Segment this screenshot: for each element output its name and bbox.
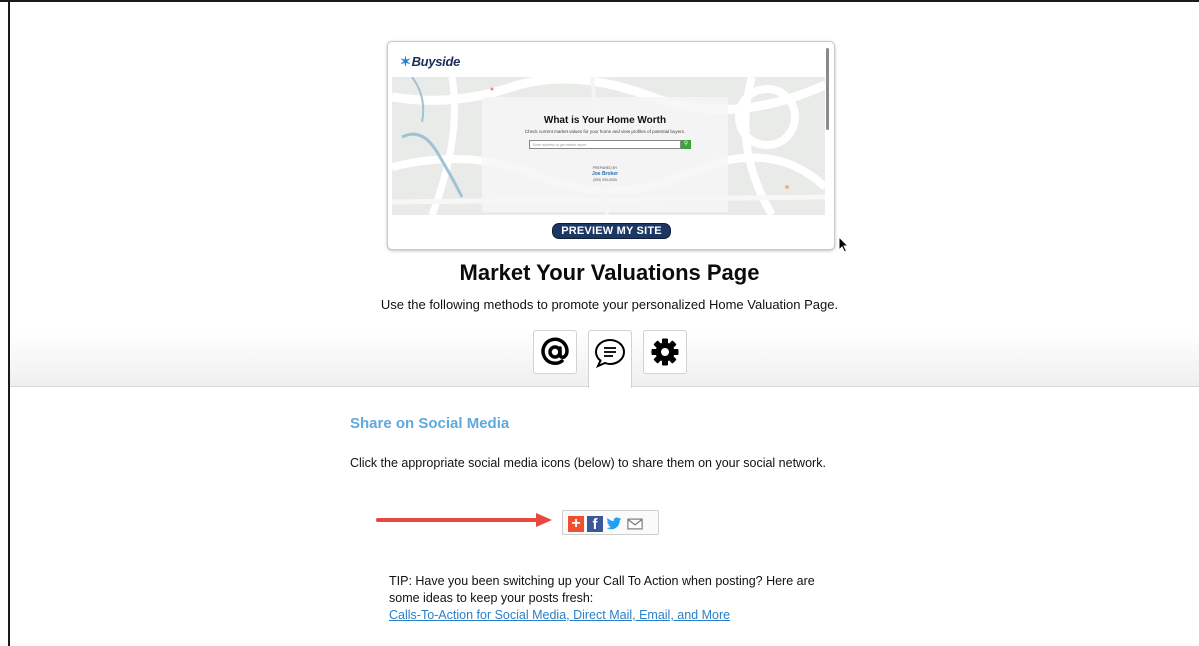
gear-icon [651, 338, 679, 366]
tab-settings[interactable] [643, 330, 687, 374]
agent-phone: (555) 555-5555 [593, 178, 617, 182]
window-left-border [8, 0, 10, 646]
address-input[interactable]: Enter address to get market report [529, 140, 681, 149]
map-background: What is Your Home Worth Check current ma… [392, 77, 825, 215]
at-sign-icon [541, 337, 569, 365]
red-arrow-icon [376, 513, 552, 527]
valuation-subtitle: Check current market values for your hom… [524, 129, 686, 134]
prepared-by-label: PREPARED BY [592, 166, 618, 170]
tip-text: TIP: Have you been switching up your Cal… [389, 574, 815, 605]
tab-email[interactable] [533, 330, 577, 374]
section-description: Click the appropriate social media icons… [350, 456, 826, 470]
valuation-title: What is Your Home Worth [543, 115, 667, 126]
tab-social[interactable] [588, 330, 632, 388]
section-title: Share on Social Media [350, 415, 510, 432]
preview-scrollbar[interactable] [826, 48, 829, 130]
agent-name: Joe Broker [591, 171, 619, 177]
valuation-panel: What is Your Home Worth Check current ma… [482, 97, 728, 212]
buyside-logo: ✶Buyside [400, 54, 461, 69]
chat-bubble-icon [594, 338, 626, 368]
share-toolbar: + f [562, 510, 659, 535]
facebook-icon[interactable]: f [587, 516, 603, 533]
calls-to-action-link[interactable]: Calls-To-Action for Social Media, Direct… [389, 607, 839, 624]
add-share-icon[interactable]: + [568, 516, 584, 532]
tip-box: TIP: Have you been switching up your Cal… [389, 573, 839, 624]
email-icon[interactable] [627, 516, 643, 532]
page-subtitle: Use the following methods to promote you… [380, 297, 839, 312]
preview-my-site-button[interactable]: PREVIEW MY SITE [552, 223, 671, 239]
twitter-icon[interactable] [606, 516, 622, 532]
search-icon[interactable]: ⚲ [681, 140, 691, 149]
site-preview-card[interactable]: ✶Buyside What is Your Home Worth Check c… [387, 41, 835, 250]
page-title: Market Your Valuations Page [459, 260, 760, 285]
mouse-cursor-icon [838, 236, 850, 253]
